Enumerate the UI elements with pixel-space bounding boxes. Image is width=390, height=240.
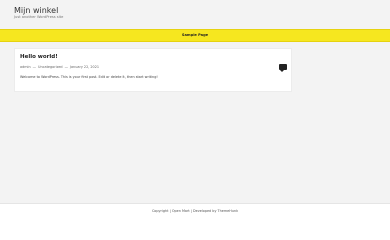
post-excerpt: Welcome to WordPress. This is your first… [20,75,158,79]
post-date-link[interactable]: January 22, 2021 [70,65,99,69]
nav-item-sample-page[interactable]: Sample Page [0,33,390,38]
post-author-link[interactable]: admin [20,65,31,69]
primary-nav: Sample Page [0,29,390,42]
footer-copyright: Copyright [151,209,169,213]
meta-separator: — [64,65,68,69]
footer-separator: | [190,209,192,213]
site-footer: Copyright | Open Mart | Developed by The… [0,203,390,240]
site-title[interactable]: Mijn winkel [14,6,58,15]
site-header: Mijn winkel Just another WordPress site [0,0,390,30]
site-tagline: Just another WordPress site [14,15,64,19]
footer-theme-link[interactable]: Open Mart [172,209,190,213]
footer-credits: Copyright | Open Mart | Developed by The… [0,209,390,214]
footer-separator: | [169,209,171,213]
comment-icon[interactable] [279,64,287,72]
post-title[interactable]: Hello world! [20,54,58,61]
post-category-link[interactable]: Uncategorized [38,65,63,69]
footer-developer-link[interactable]: Developed by ThemeHunk [193,209,238,213]
meta-separator: — [32,65,37,69]
post-card: Hello world! admin — Uncategorized — January… [14,48,292,92]
post-meta: admin — Uncategorized — January 22, 2021 [20,65,99,70]
